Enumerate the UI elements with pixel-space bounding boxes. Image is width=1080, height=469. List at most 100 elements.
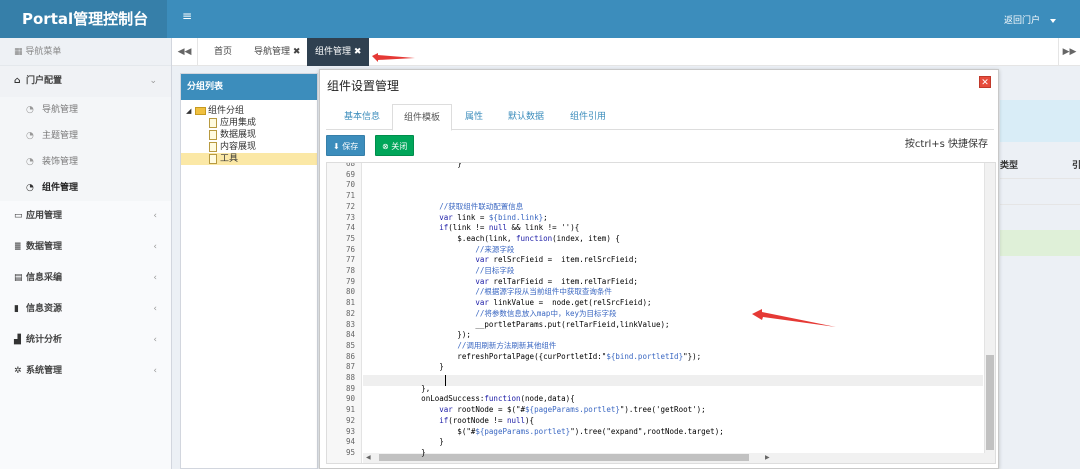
caret-down-icon (1050, 18, 1056, 23)
sidebar-group-system-manage[interactable]: ✲ 系统管理 ‹ (0, 356, 171, 387)
scroll-right-icon[interactable]: ▶ (765, 454, 770, 461)
line-number: 71 (345, 191, 355, 201)
tree-node[interactable]: 内容展现 (181, 141, 317, 153)
tab-home[interactable]: 首页 (214, 38, 232, 66)
app-title[interactable]: Portal管理控制台 (0, 0, 167, 38)
chevron-left-icon: ‹ (153, 366, 157, 376)
component-settings-dialog: 组件设置管理 ✕ 基本信息 组件模板 属性 默认数据 组件引用 ⬇ 保存 ⊗ 关… (319, 69, 999, 469)
book-icon: ▮ (14, 304, 19, 314)
grid-icon: ▦ (14, 47, 26, 57)
line-number: 95 (345, 447, 355, 457)
table-divider (1000, 204, 1080, 205)
shortcut-hint: 按ctrl+s 快捷保存 (904, 139, 988, 150)
dialog-tabs: 基本信息 组件模板 属性 默认数据 组件引用 (326, 104, 994, 131)
sidebar-item-component-manage[interactable]: ◔ 组件管理 (0, 175, 171, 201)
top-navbar: Portal管理控制台 ≡ 返回门户 (0, 0, 1080, 38)
line-number: 87 (345, 362, 355, 372)
close-icon[interactable]: ✕ (979, 76, 991, 88)
code-line: }); (367, 330, 471, 340)
tab-basic-info[interactable]: 基本信息 (334, 104, 390, 130)
sidebar: ▦ 导航菜单 ⌂ 门户配置 ⌄ ◔ 导航管理 ◔ 主题管理 ◔ 装饰管理 ◔ 组件管理 ▭ 应… (0, 38, 172, 469)
line-number: 89 (345, 383, 355, 393)
line-number: 75 (345, 233, 355, 243)
current-line-highlight (363, 375, 983, 386)
sidebar-item-nav-manage[interactable]: ◔ 导航管理 (0, 97, 171, 123)
sidebar-group-label: 信息采编 (26, 273, 63, 283)
sidebar-group-data-manage[interactable]: ≣ 数据管理 ‹ (0, 232, 171, 263)
line-number: 86 (345, 351, 355, 361)
tree-node-label: 内容展现 (220, 142, 257, 152)
tab-component-manage[interactable]: 组件管理 ✖ (307, 38, 370, 66)
chevron-left-icon: ‹ (153, 242, 157, 252)
tab-scroll-left-icon[interactable]: ◀◀ (172, 38, 198, 66)
file-icon (209, 117, 217, 128)
table-row-selected[interactable] (1000, 230, 1080, 256)
tree-node[interactable]: 数据展现 (181, 129, 317, 141)
line-number: 84 (345, 330, 355, 340)
line-number: 70 (345, 180, 355, 190)
sidebar-group-info-resource[interactable]: ▮ 信息资源 ‹ (0, 294, 171, 325)
bank-icon: ⌂ (14, 76, 21, 86)
line-number: 76 (345, 244, 355, 254)
table-header-type: 类型 (1000, 161, 1019, 171)
close-button[interactable]: ⊗ 关闭 (375, 135, 415, 156)
code-line: var rootNode = $("#${pageParams.portlet}… (439, 405, 706, 415)
line-number: 94 (345, 437, 355, 447)
sidebar-group-info-edit[interactable]: ▤ 信息采编 ‹ (0, 263, 171, 294)
tree-collapse-icon[interactable]: ◢ (186, 105, 191, 117)
code-line: if(link != null && link != ''){ (439, 223, 580, 233)
line-number: 73 (345, 212, 355, 222)
sidebar-group-portal-config[interactable]: ⌂ 门户配置 ⌄ (0, 66, 171, 97)
sidebar-group-label: 信息资源 (26, 304, 63, 314)
tab-component-ref[interactable]: 组件引用 (560, 104, 616, 130)
tab-attributes[interactable]: 属性 (456, 104, 492, 130)
horizontal-scrollbar[interactable]: ◀ ▶ (363, 453, 986, 463)
tab-nav-manage[interactable]: 导航管理 ✖ (254, 38, 300, 66)
tree-node-selected[interactable]: 工具 (181, 153, 317, 165)
line-number: 77 (345, 255, 355, 265)
code-line: $("#${pageParams.portlet}").tree("expand… (367, 426, 724, 436)
sidebar-item-theme-manage[interactable]: ◔ 主题管理 (0, 123, 171, 149)
code-line: } (367, 362, 444, 372)
scrollbar-thumb[interactable] (379, 454, 749, 461)
scrollbar-thumb[interactable] (986, 355, 994, 450)
newspaper-icon: ▤ (14, 273, 23, 283)
code-line: } (367, 447, 426, 457)
group-list-panel: 分组列表 ◢ 组件分组 应用集成 数据展现 内容展现 工具 (180, 73, 318, 469)
tree-node-root[interactable]: ◢ 组件分组 (181, 105, 317, 117)
code-editor[interactable]: 68 69 70 71 72 73 74 75 76 77 78 79 80 81 82 83 84 85 86 87… (326, 162, 996, 464)
panel-title: 分组列表 (181, 74, 317, 100)
sidebar-group-label: 统计分析 (26, 335, 63, 345)
line-number: 81 (345, 298, 355, 308)
save-button[interactable]: ⬇ 保存 (326, 135, 366, 156)
code-line: var linkValue = node.get(relSrcFieid); (475, 298, 652, 308)
line-number: 69 (345, 169, 355, 179)
sidebar-group-label: 系统管理 (26, 366, 63, 376)
line-number: 74 (345, 223, 355, 233)
line-number: 68 (345, 162, 355, 168)
line-number: 91 (345, 405, 355, 415)
code-line: //将参数信息放入map中，key为目标字段 (475, 308, 617, 318)
text-cursor (445, 375, 446, 386)
sidebar-group-statistics[interactable]: ▟ 统计分析 ‹ (0, 325, 171, 356)
line-number: 90 (345, 394, 355, 404)
sidebar-item-decor-manage[interactable]: ◔ 装饰管理 (0, 149, 171, 175)
code-line: //调用刷新方法刷新其他组件 (457, 340, 557, 350)
tree-node[interactable]: 应用集成 (181, 117, 317, 129)
chevron-left-icon: ‹ (153, 304, 157, 314)
code-line: //根据源字段从当前组件中获取查询条件 (475, 287, 612, 297)
sidebar-item-label: 主题管理 (42, 131, 79, 141)
folder-icon (195, 106, 206, 115)
vertical-scrollbar[interactable] (984, 163, 995, 463)
chevron-left-icon: ‹ (153, 273, 157, 283)
tab-component-template[interactable]: 组件模板 (392, 104, 452, 131)
tab-scroll-right-icon[interactable]: ▶▶ (1058, 38, 1080, 66)
sidebar-group-label: 门户配置 (26, 76, 63, 86)
code-line: var relTarFieid = item.relTarFieid; (475, 276, 638, 286)
sidebar-group-app-manage[interactable]: ▭ 应用管理 ‹ (0, 201, 171, 232)
hamburger-menu-icon[interactable]: ≡ (182, 9, 192, 23)
tab-default-data[interactable]: 默认数据 (498, 104, 554, 130)
user-menu[interactable]: 返回门户 (1004, 13, 1056, 26)
group-tree: ◢ 组件分组 应用集成 数据展现 内容展现 工具 (181, 100, 317, 165)
line-number: 79 (345, 276, 355, 286)
